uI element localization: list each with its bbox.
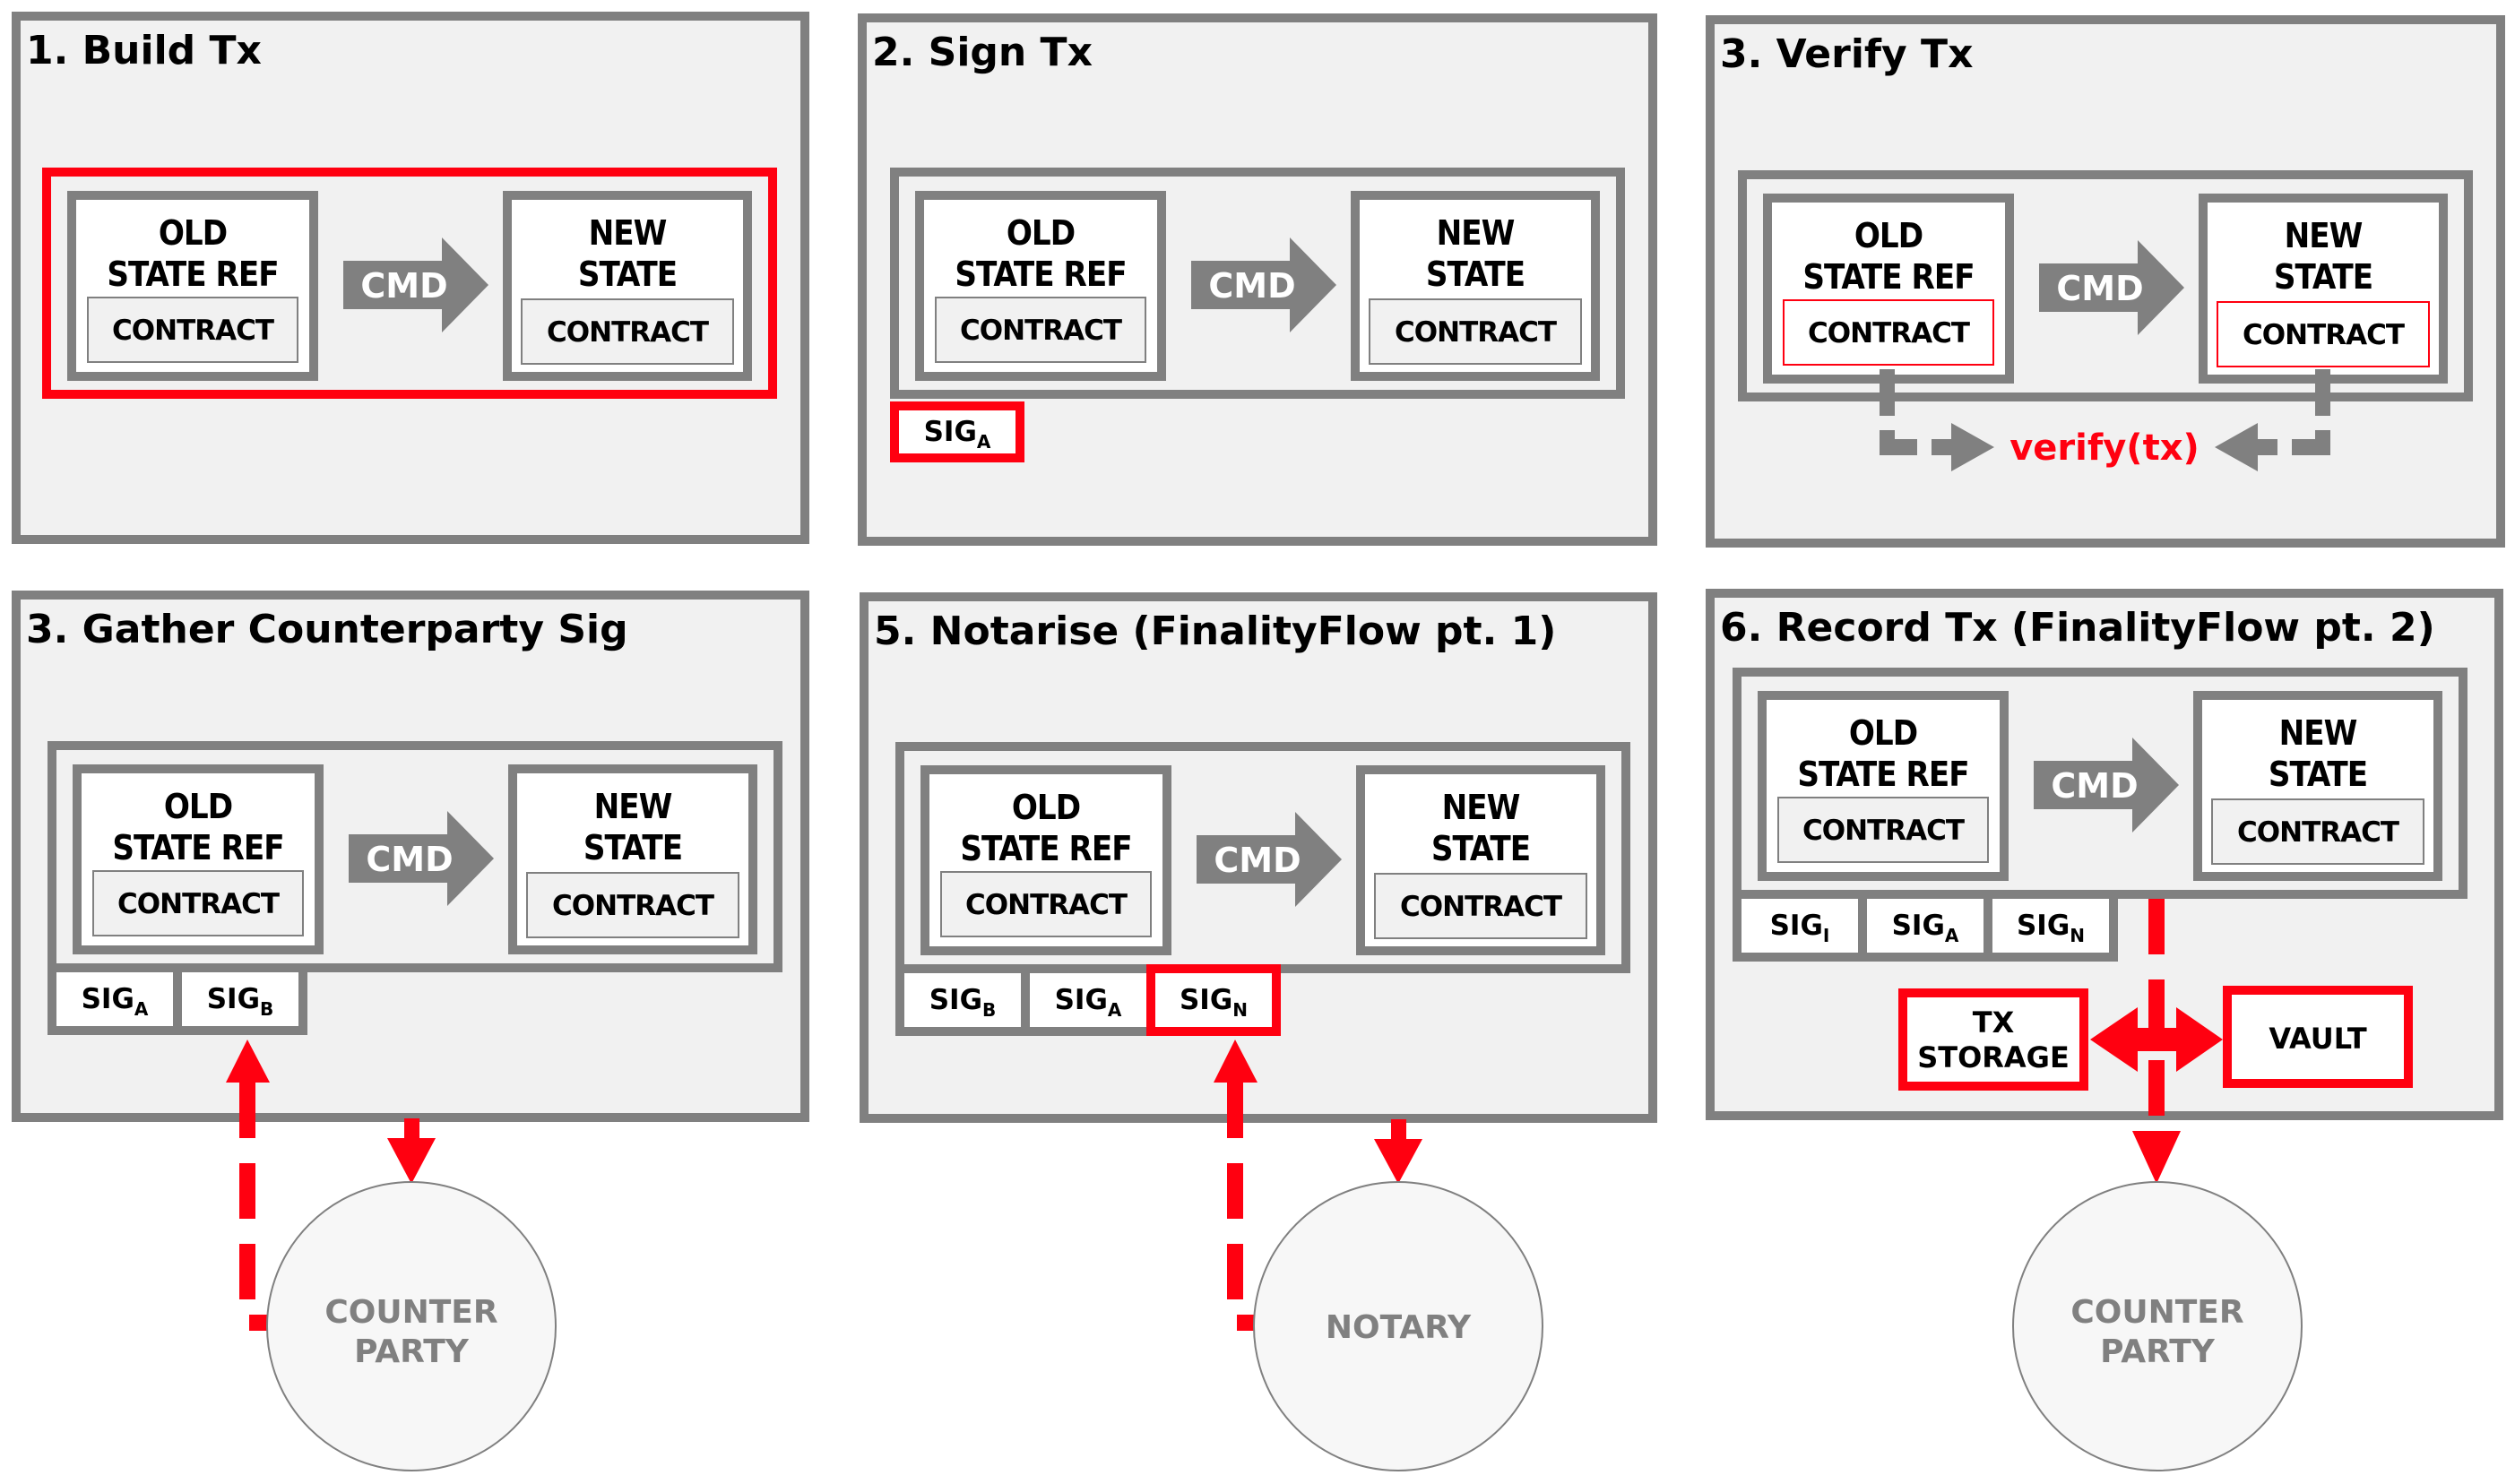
signature-label: SIGI bbox=[1770, 910, 1830, 946]
new-contract-label: CONTRACT bbox=[552, 890, 714, 922]
old-state-label: OLD bbox=[1849, 713, 1917, 753]
old-contract-label: CONTRACT bbox=[965, 889, 1128, 921]
panel-verify: 3. Verify Tx OLDSTATE REF CONTRACT NEWSTATE… bbox=[1706, 15, 2505, 548]
new-state-label: STATE bbox=[578, 255, 677, 294]
old-contract-label: CONTRACT bbox=[117, 888, 280, 920]
node-label: COUNTER bbox=[324, 1294, 497, 1331]
arrow-down-icon bbox=[1374, 1139, 1422, 1184]
new-state-label: NEW bbox=[1437, 213, 1515, 253]
node-label: PARTY bbox=[354, 1333, 470, 1370]
panel-title: 2. Sign Tx bbox=[872, 30, 1093, 75]
node-label: PARTY bbox=[2100, 1333, 2216, 1370]
new-state-label: STATE bbox=[1426, 255, 1525, 294]
panel-sign: 2. Sign Tx OLDSTATE REF CONTRACT NEWSTATE CO… bbox=[858, 13, 1657, 546]
new-state-label: NEW bbox=[594, 787, 672, 826]
old-contract-label: CONTRACT bbox=[112, 315, 274, 347]
new-contract-label: CONTRACT bbox=[1400, 891, 1562, 923]
old-state-label: OLD bbox=[164, 787, 232, 826]
cmd-label: CMD bbox=[2056, 269, 2143, 308]
panel-title: 5. Notarise (FinalityFlow pt. 1) bbox=[874, 608, 1556, 654]
new-state-label: NEW bbox=[2279, 713, 2357, 753]
old-state-label: STATE REF bbox=[112, 828, 283, 867]
tx-storage-label: STORAGE bbox=[1917, 1040, 2070, 1074]
node-label: COUNTER bbox=[2070, 1294, 2243, 1331]
arrow-down-icon bbox=[387, 1138, 436, 1184]
old-contract-label: CONTRACT bbox=[1808, 317, 1970, 349]
vault-label: VAULT bbox=[2269, 1022, 2366, 1056]
new-state-label: STATE bbox=[583, 828, 682, 867]
cmd-label: CMD bbox=[360, 266, 447, 306]
old-state-label: OLD bbox=[1854, 216, 1923, 255]
verify-connector-left bbox=[1880, 369, 1895, 416]
send-arrow-stem bbox=[1391, 1119, 1406, 1139]
new-state-label: STATE bbox=[2274, 257, 2372, 297]
old-state-label: STATE REF bbox=[960, 829, 1131, 868]
old-state-label: STATE REF bbox=[107, 255, 278, 294]
new-contract-label: CONTRACT bbox=[2243, 319, 2405, 351]
new-state-label: STATE bbox=[1431, 829, 1530, 868]
new-contract-label: CONTRACT bbox=[2237, 816, 2399, 849]
panel-build: 1. Build Tx OLDSTATE REF CONTRACT NEWSTATE C… bbox=[12, 12, 809, 544]
old-state-label: STATE REF bbox=[1802, 257, 1974, 297]
new-state-label: STATE bbox=[2269, 755, 2367, 794]
panel-title: 3. Verify Tx bbox=[1720, 31, 1973, 77]
new-state-label: NEW bbox=[1442, 788, 1520, 827]
arrow-down-icon bbox=[2132, 1131, 2181, 1184]
panel-title: 1. Build Tx bbox=[26, 28, 262, 73]
old-state-label: OLD bbox=[159, 213, 227, 253]
corda-transaction-flow-diagram: 1. Build TxOLDSTATE REFCONTRACTNEWSTATEC… bbox=[12, 12, 2505, 1471]
node-label: NOTARY bbox=[1326, 1309, 1472, 1346]
send-arrow-stem bbox=[404, 1118, 419, 1138]
new-state-label: NEW bbox=[2285, 216, 2363, 255]
cmd-label: CMD bbox=[1208, 266, 1295, 306]
panel-gather: 3. Gather Counterparty Sig OLDSTATE REF CO… bbox=[12, 591, 809, 1471]
cmd-label: CMD bbox=[366, 840, 453, 879]
panel-notarise: 5. Notarise (FinalityFlow pt. 1)OLDSTATE… bbox=[860, 592, 1657, 1471]
old-contract-label: CONTRACT bbox=[1802, 815, 1965, 847]
new-state-label: NEW bbox=[589, 213, 667, 253]
panel-title: 3. Gather Counterparty Sig bbox=[26, 607, 628, 652]
panel-title: 6. Record Tx (FinalityFlow pt. 2) bbox=[1720, 605, 2435, 651]
tx-storage-label: TX bbox=[1973, 1005, 2015, 1040]
new-contract-label: CONTRACT bbox=[547, 316, 709, 349]
old-state-label: STATE REF bbox=[955, 255, 1126, 294]
old-contract-label: CONTRACT bbox=[960, 315, 1122, 347]
verify-connector-right bbox=[2315, 369, 2330, 416]
new-contract-label: CONTRACT bbox=[1395, 316, 1557, 349]
old-state-label: OLD bbox=[1012, 788, 1080, 827]
cmd-label: CMD bbox=[1214, 841, 1301, 880]
panel-record: 6. Record Tx (FinalityFlow pt. 2)OLDSTAT… bbox=[1706, 589, 2503, 1471]
cmd-label: CMD bbox=[2051, 766, 2138, 806]
old-state-label: OLD bbox=[1007, 213, 1075, 253]
verify-function-label: verify(tx) bbox=[2009, 427, 2200, 469]
old-state-label: STATE REF bbox=[1797, 755, 1968, 794]
